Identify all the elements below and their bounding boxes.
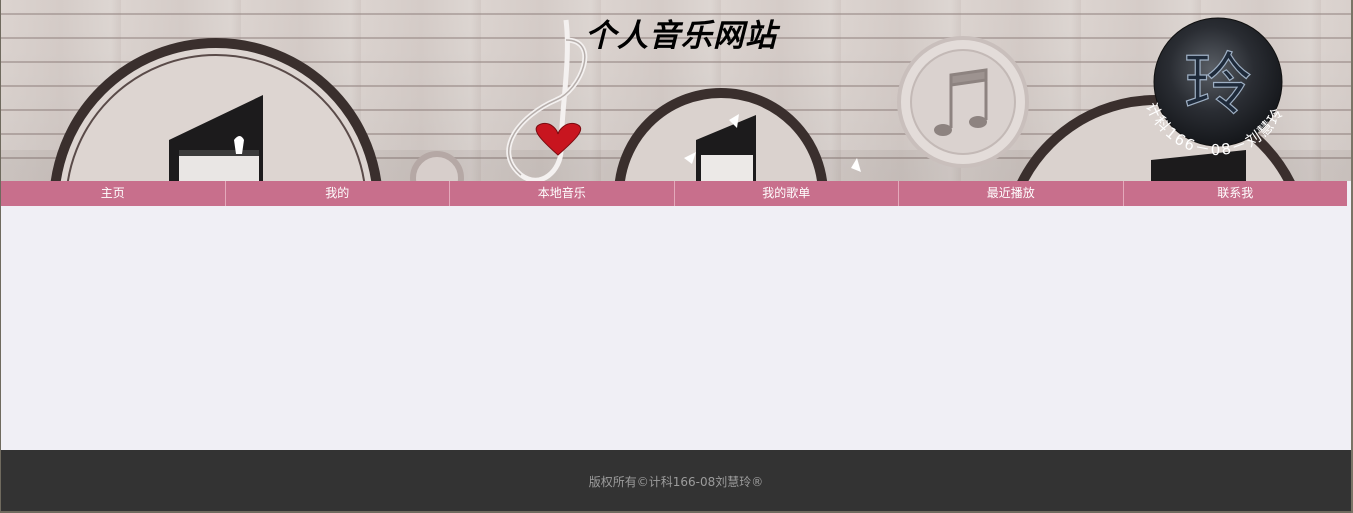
nav-item-home[interactable]: 主页 bbox=[1, 181, 226, 206]
footer-copyright: 版权所有©计科166-08刘慧玲® bbox=[588, 475, 764, 489]
page: 个人音乐网站 玲 计科166－08－刘慧玲 主页 我的 本地音乐 我的歌单 最近… bbox=[1, 0, 1351, 511]
nav-item-my-playlists[interactable]: 我的歌单 bbox=[675, 181, 899, 206]
logo-monogram: 玲 bbox=[1184, 46, 1252, 125]
page-title: 个人音乐网站 bbox=[585, 18, 777, 54]
main-content bbox=[1, 206, 1351, 450]
nav-item-local-music[interactable]: 本地音乐 bbox=[450, 181, 675, 206]
nav-item-recently-played[interactable]: 最近播放 bbox=[899, 181, 1124, 206]
footer: 版权所有©计科166-08刘慧玲® bbox=[1, 450, 1351, 511]
circular-logo-icon[interactable]: 玲 计科166－08－刘慧玲 bbox=[1126, 10, 1306, 190]
nav-item-mine[interactable]: 我的 bbox=[226, 181, 450, 206]
